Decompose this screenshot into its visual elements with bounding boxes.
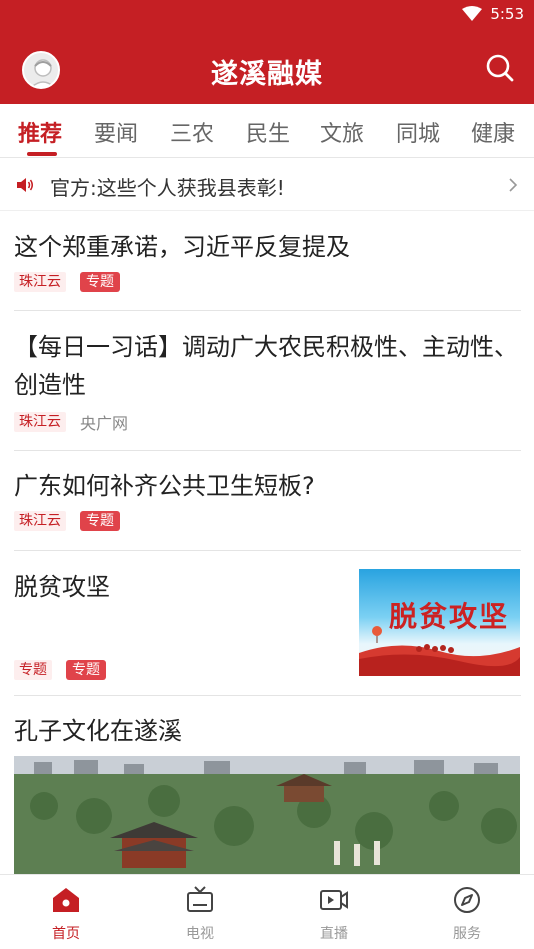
nav-label: 直播 bbox=[320, 926, 348, 942]
home-icon bbox=[53, 888, 79, 912]
source-tag: 珠江云 bbox=[14, 412, 66, 432]
live-video-icon bbox=[320, 890, 348, 910]
wifi-icon bbox=[462, 6, 483, 21]
nav-label: 服务 bbox=[453, 926, 481, 942]
chevron-right-icon bbox=[509, 178, 518, 192]
status-bar: 5:53 bbox=[0, 0, 534, 30]
source-tag: 专题 bbox=[14, 660, 52, 680]
tab-health[interactable]: 健康 bbox=[471, 116, 515, 148]
news-title: 广东如何补齐公共卫生短板? bbox=[14, 472, 315, 500]
tab-culture-tourism[interactable]: 文旅 bbox=[320, 116, 364, 148]
nav-tv[interactable]: 电视 bbox=[170, 885, 230, 943]
nav-live[interactable]: 直播 bbox=[304, 885, 364, 943]
topic-tag: 专题 bbox=[66, 660, 106, 680]
news-title: 孔子文化在遂溪 bbox=[14, 717, 182, 745]
news-tags: 专题 专题 bbox=[14, 660, 106, 680]
news-tags: 珠江云 央广网 bbox=[14, 410, 521, 434]
source-tag: 珠江云 bbox=[14, 511, 66, 531]
topic-tag: 专题 bbox=[80, 272, 120, 292]
category-tabs: 推荐 要闻 三农 民生 文旅 同城 健康 bbox=[0, 104, 534, 158]
nav-label: 首页 bbox=[52, 926, 80, 942]
tab-livelihood[interactable]: 民生 bbox=[246, 116, 290, 148]
source-tag: 珠江云 bbox=[14, 272, 66, 292]
news-tags: 珠江云 专题 bbox=[14, 272, 521, 292]
nav-home[interactable]: 首页 bbox=[36, 885, 96, 943]
thumbnail-caption: 脱贫攻坚 bbox=[389, 600, 510, 633]
notice-bar[interactable]: 官方:这些个人获我县表彰! bbox=[0, 159, 534, 211]
news-item[interactable]: 这个郑重承诺，习近平反复提及 珠江云 专题 bbox=[14, 212, 521, 311]
news-item[interactable]: 广东如何补齐公共卫生短板? 珠江云 专题 bbox=[14, 452, 521, 551]
media-source-text: 央广网 bbox=[80, 414, 129, 433]
speaker-icon bbox=[17, 178, 33, 192]
tab-news[interactable]: 要闻 bbox=[94, 116, 138, 148]
poverty-alleviation-thumbnail[interactable]: 脱贫攻坚 bbox=[359, 569, 520, 676]
bottom-navigation: 首页 电视 直播 服务 bbox=[0, 874, 534, 949]
aerial-view-graphic bbox=[14, 756, 520, 874]
notice-text: 官方:这些个人获我县表彰! bbox=[50, 176, 285, 200]
tv-icon bbox=[187, 886, 213, 912]
search-icon[interactable] bbox=[484, 52, 516, 84]
status-right: 5:53 bbox=[462, 5, 524, 23]
topic-tag: 专题 bbox=[80, 511, 120, 531]
nav-services[interactable]: 服务 bbox=[437, 885, 497, 943]
news-item[interactable]: 【每日一习话】调动广大农民积极性、主动性、创造性 珠江云 央广网 bbox=[14, 312, 521, 451]
tab-agriculture[interactable]: 三农 bbox=[170, 116, 214, 148]
confucius-culture-image[interactable] bbox=[14, 756, 520, 874]
status-time: 5:53 bbox=[490, 5, 524, 23]
app-header: 遂溪融媒 bbox=[0, 30, 534, 104]
news-title: 这个郑重承诺，习近平反复提及 bbox=[14, 233, 350, 261]
tab-local[interactable]: 同城 bbox=[396, 116, 440, 148]
compass-icon bbox=[454, 887, 480, 913]
active-tab-indicator bbox=[27, 152, 57, 156]
news-title: 【每日一习话】调动广大农民积极性、主动性、创造性 bbox=[14, 333, 518, 399]
news-tags: 珠江云 专题 bbox=[14, 511, 521, 531]
nav-label: 电视 bbox=[186, 926, 214, 942]
app-title: 遂溪融媒 bbox=[211, 59, 323, 90]
tab-recommend[interactable]: 推荐 bbox=[18, 116, 62, 148]
